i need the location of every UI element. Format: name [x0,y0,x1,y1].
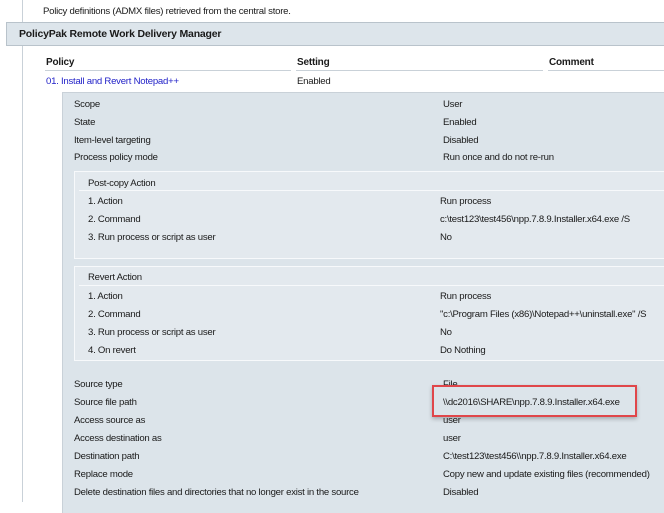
source-row-value: Disabled [443,487,479,498]
revert-title: Revert Action [88,272,142,283]
general-row-label: Item-level targeting [74,134,151,146]
general-row-label: State [74,116,96,128]
general-row-value: Disabled [443,134,479,146]
source-row-value: user [443,433,461,444]
general-row-value: Run once and do not re-run [443,152,554,164]
highlight-box [432,385,637,417]
divider [45,70,291,71]
source-row-label: Destination path [74,451,140,462]
post-copy-row-label: 2. Command [88,214,141,225]
post-copy-title: Post-copy Action [88,178,156,189]
column-policy: Policy [46,57,75,68]
source-row-label: Access source as [74,415,146,426]
divider [296,70,543,71]
revert-row-label: 2. Command [88,309,141,320]
divider [548,70,664,71]
source-row-label: Replace mode [74,469,133,480]
source-row-value: Copy new and update existing files (reco… [443,469,650,480]
policy-setting: Enabled [297,76,331,87]
revert-row-value: No [440,327,452,338]
revert-row-value: Do Nothing [440,345,486,356]
post-copy-row-label: 3. Run process or script as user [88,232,216,243]
revert-row-value: "c:\Program Files (x86)\Notepad++\uninst… [440,309,647,320]
revert-row-label: 4. On revert [88,345,136,356]
column-comment: Comment [549,57,594,68]
general-row-value: User [443,99,463,110]
policy-link[interactable]: 01. Install and Revert Notepad++ [46,76,179,87]
post-copy-row-value: c:\test123\test456\npp.7.8.9.Installer.x… [440,214,630,225]
general-row-value: Enabled [443,116,477,128]
column-setting: Setting [297,57,330,68]
source-row-value: C:\test123\test456\\npp.7.8.9.Installer.… [443,451,627,462]
left-border [22,0,23,502]
post-copy-row-label: 1. Action [88,196,123,207]
section-header[interactable]: PolicyPak Remote Work Delivery Manager [6,22,664,46]
revert-row-label: 1. Action [88,291,123,302]
source-row-label: Source file path [74,397,137,408]
revert-row-value: Run process [440,291,492,302]
post-copy-row-value: No [440,232,452,243]
intro-text: Policy definitions (ADMX files) retrieve… [43,6,291,17]
revert-row-label: 3. Run process or script as user [88,327,216,338]
general-row-label: Scope [74,99,100,110]
source-row-label: Access destination as [74,433,162,444]
source-row-label: Source type [74,379,123,390]
source-row-label: Delete destination files and directories… [74,487,359,498]
post-copy-row-value: Run process [440,196,492,207]
general-row-label: Process policy mode [74,152,158,164]
section-title: PolicyPak Remote Work Delivery Manager [19,28,222,40]
